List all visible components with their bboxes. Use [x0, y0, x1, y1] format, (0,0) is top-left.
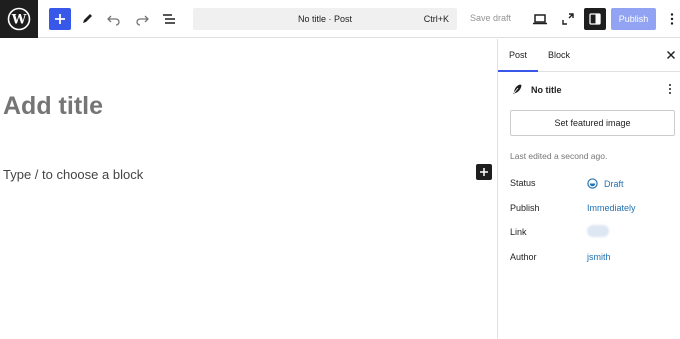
document-overview-button[interactable] [158, 8, 180, 30]
keyboard-shortcut: Ctrl+K [423, 14, 449, 24]
sidebar-toggle-icon [589, 13, 601, 25]
external-link-icon [562, 13, 574, 25]
block-inserter-button[interactable] [49, 8, 71, 30]
plus-icon [480, 168, 488, 176]
link-label: Link [510, 227, 527, 237]
wordpress-logo-icon[interactable]: W [0, 0, 38, 38]
settings-button[interactable] [584, 8, 606, 30]
document-title: No title · Post [297, 14, 353, 24]
close-settings-button[interactable] [665, 49, 677, 61]
tab-block[interactable]: Block [548, 39, 570, 72]
plus-icon [55, 14, 65, 24]
publish-button[interactable]: Publish [611, 8, 656, 30]
publish-label: Publish [510, 203, 540, 213]
list-view-icon [163, 14, 175, 24]
view-post-button[interactable] [557, 8, 579, 30]
link-value-button[interactable] [587, 225, 609, 237]
add-block-button[interactable] [476, 164, 492, 180]
tab-post[interactable]: Post [498, 39, 538, 72]
undo-button[interactable] [103, 8, 125, 30]
draft-status-icon [587, 178, 598, 189]
publish-date-button[interactable]: Immediately [587, 203, 636, 213]
pencil-icon [83, 14, 92, 23]
more-vertical-icon [669, 84, 671, 94]
command-palette-bar[interactable]: No title · Post Ctrl+K [193, 8, 457, 30]
options-button[interactable] [661, 8, 680, 30]
post-card-title: No title [531, 85, 562, 95]
author-label: Author [510, 252, 537, 262]
post-actions-button[interactable] [666, 83, 674, 95]
redo-button[interactable] [131, 8, 153, 30]
desktop-preview-icon [533, 14, 547, 25]
sidebar-tabs: Post Block [498, 39, 680, 72]
undo-icon [107, 15, 120, 26]
author-value-button[interactable]: jsmith [587, 252, 611, 262]
status-label: Status [510, 178, 536, 188]
save-draft-button[interactable]: Save draft [470, 13, 511, 23]
more-vertical-icon [670, 13, 674, 25]
close-icon [667, 51, 675, 59]
post-title-input[interactable]: Add title [3, 92, 103, 121]
last-edited-text: Last edited a second ago. [510, 151, 608, 161]
redo-icon [136, 15, 149, 26]
set-featured-image-button[interactable]: Set featured image [510, 110, 675, 136]
settings-sidebar: Post Block No title Set featured image L… [497, 39, 680, 339]
preview-button[interactable] [529, 8, 551, 30]
block-placeholder[interactable]: Type / to choose a block [3, 167, 143, 182]
tools-button[interactable] [76, 8, 98, 30]
post-feather-icon [513, 84, 522, 94]
editor-canvas: Add title Type / to choose a block [0, 39, 497, 339]
editor-toolbar: W No title · Post Ctrl+K Save draft Publ… [0, 0, 680, 38]
status-value: Draft [604, 178, 624, 189]
svg-text:W: W [11, 13, 27, 28]
status-value-button[interactable]: Draft [587, 178, 624, 189]
